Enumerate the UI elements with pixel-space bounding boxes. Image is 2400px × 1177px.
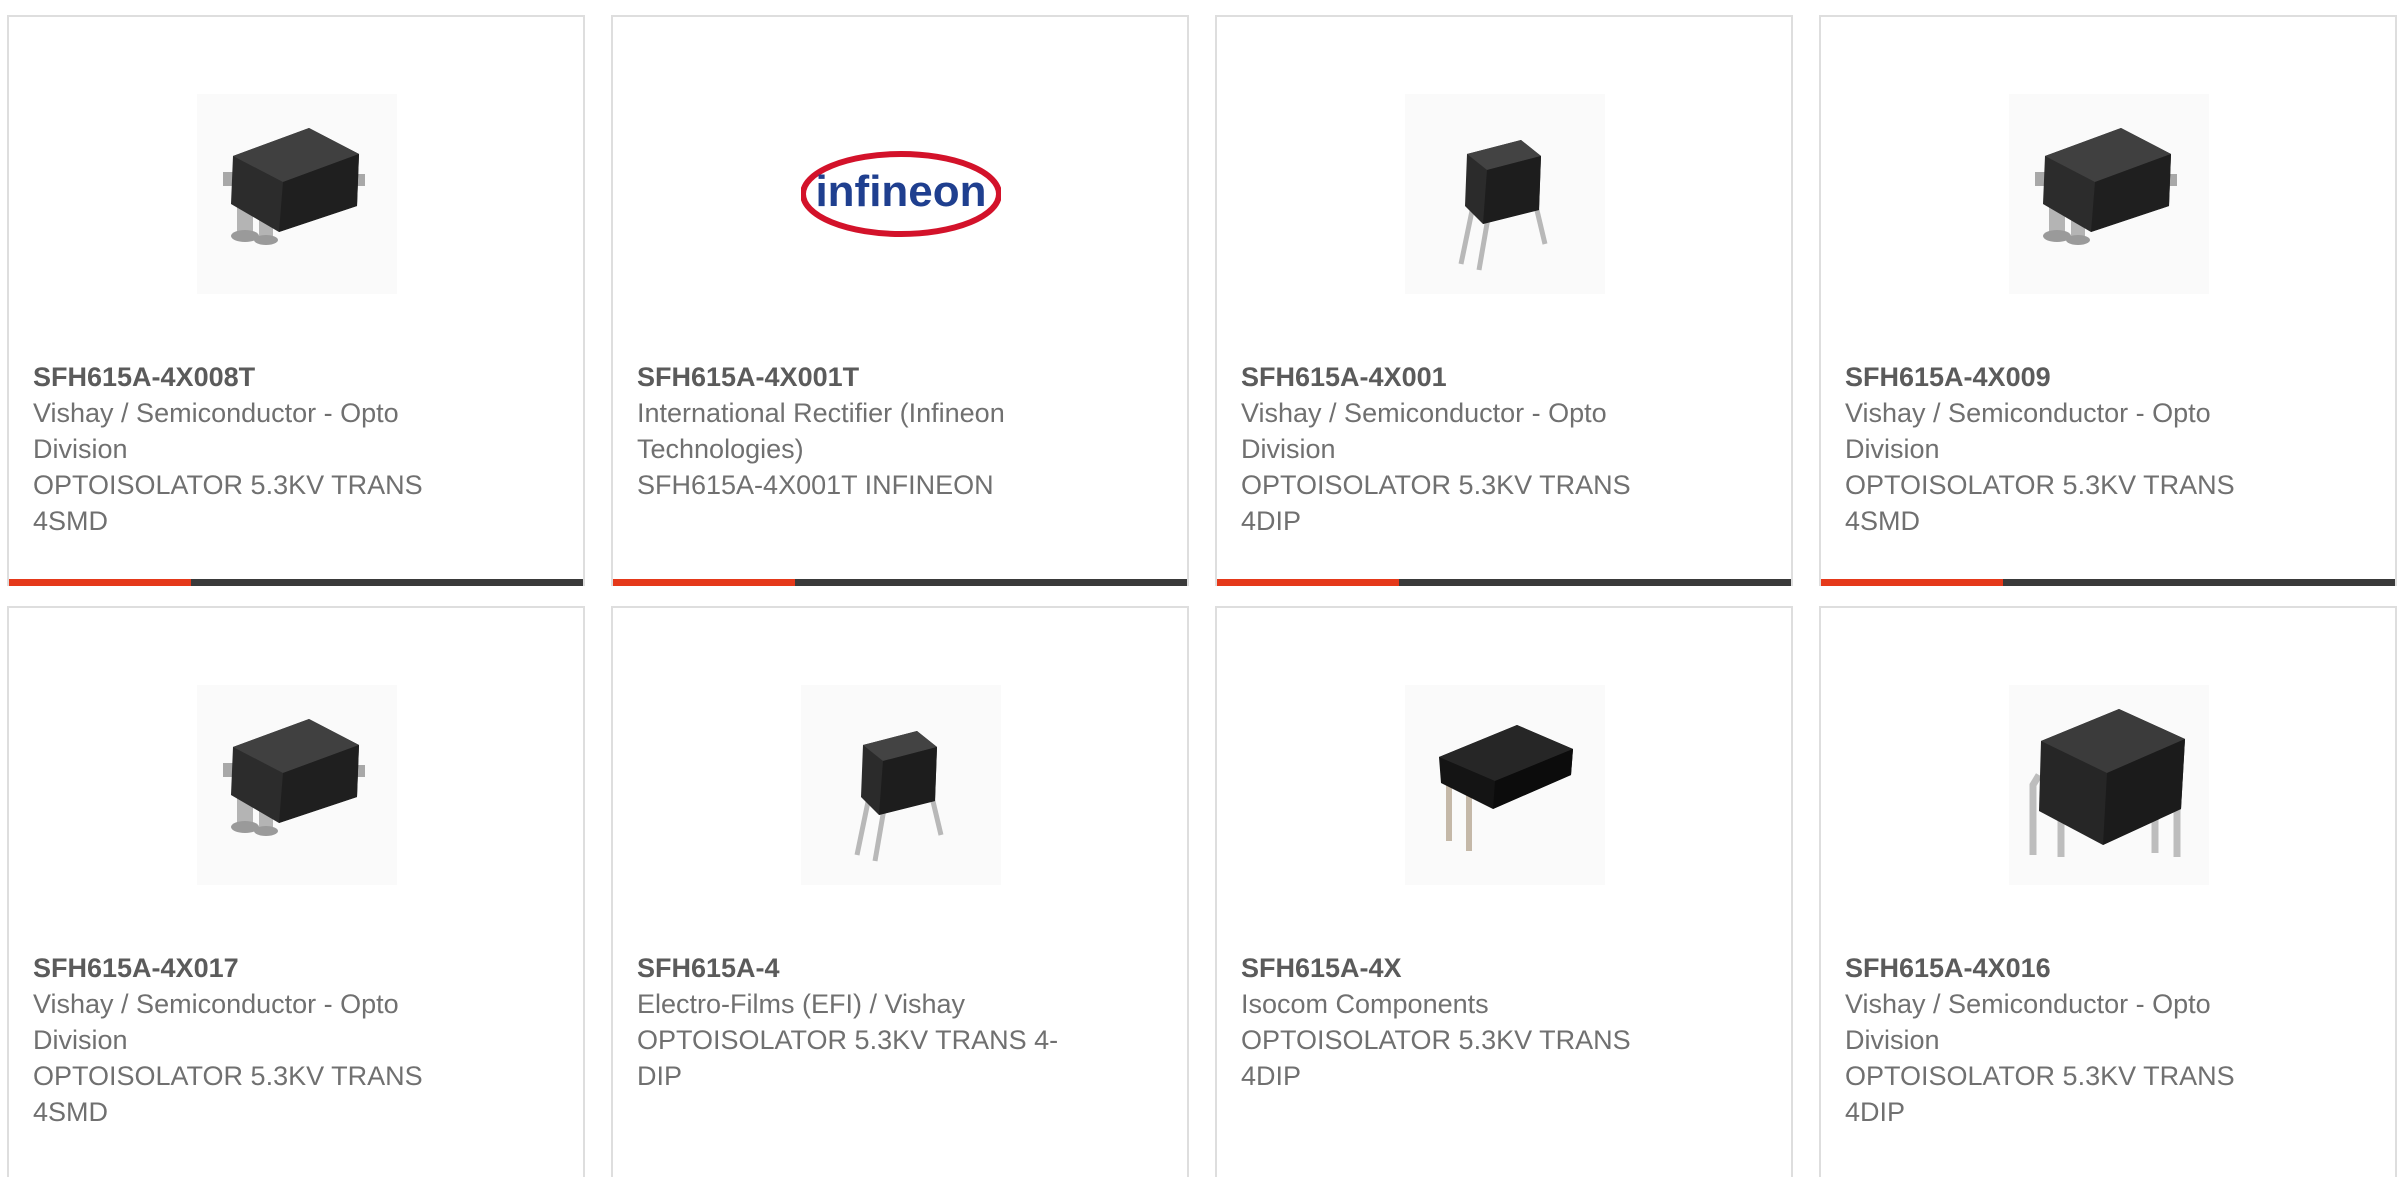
product-card[interactable]: SFH615A-4 Electro-Films (EFI) / Vishay O… bbox=[611, 606, 1189, 1177]
dip-package-image[interactable] bbox=[1405, 94, 1605, 294]
smd-package-image[interactable] bbox=[197, 94, 397, 294]
accent-bar bbox=[1821, 579, 2003, 586]
manufacturer-name: Vishay / Semiconductor - Opto Division bbox=[33, 989, 399, 1055]
product-card[interactable]: SFH615A-4X009 Vishay / Semiconductor - O… bbox=[1819, 15, 2397, 586]
product-description: OPTOISOLATOR 5.3KV TRANS 4SMD bbox=[33, 1061, 423, 1127]
manufacturer-name: Vishay / Semiconductor - Opto Division bbox=[1241, 398, 1607, 464]
product-card[interactable]: SFH615A-4X008T Vishay / Semiconductor - … bbox=[7, 15, 585, 586]
product-card[interactable]: infineon SFH615A-4X001T International Re… bbox=[611, 15, 1189, 586]
card-bottom-bar bbox=[1217, 579, 1791, 586]
product-description: SFH615A-4X001T INFINEON bbox=[637, 470, 994, 500]
product-description: OPTOISOLATOR 5.3KV TRANS 4SMD bbox=[1845, 470, 2235, 536]
product-description: OPTOISOLATOR 5.3KV TRANS 4-DIP bbox=[637, 1025, 1059, 1091]
manufacturer-name: Vishay / Semiconductor - Opto Division bbox=[33, 398, 399, 464]
accent-bar bbox=[9, 579, 191, 586]
dip-package-large-image[interactable] bbox=[2009, 685, 2209, 885]
product-description: OPTOISOLATOR 5.3KV TRANS 4DIP bbox=[1845, 1061, 2235, 1127]
part-number-link[interactable]: SFH615A-4 bbox=[637, 950, 1077, 986]
smd-package-image[interactable] bbox=[197, 685, 397, 885]
accent-bar bbox=[1217, 579, 1399, 586]
product-description: OPTOISOLATOR 5.3KV TRANS 4DIP bbox=[1241, 470, 1631, 536]
product-card[interactable]: SFH615A-4X016 Vishay / Semiconductor - O… bbox=[1819, 606, 2397, 1177]
part-number-link[interactable]: SFH615A-4X016 bbox=[1845, 950, 2285, 986]
product-grid: SFH615A-4X008T Vishay / Semiconductor - … bbox=[7, 15, 2397, 1177]
card-bottom-bar bbox=[9, 579, 583, 586]
part-number-link[interactable]: SFH615A-4X008T bbox=[33, 359, 473, 395]
part-number-link[interactable]: SFH615A-4X017 bbox=[33, 950, 473, 986]
card-bottom-bar bbox=[613, 579, 1187, 586]
manufacturer-name: Isocom Components bbox=[1241, 989, 1489, 1019]
manufacturer-name: Vishay / Semiconductor - Opto Division bbox=[1845, 398, 2211, 464]
smd-package-image[interactable] bbox=[2009, 94, 2209, 294]
card-bottom-bar bbox=[1821, 579, 2395, 586]
part-number-link[interactable]: SFH615A-4X009 bbox=[1845, 359, 2285, 395]
infineon-logo-text: infineon bbox=[815, 167, 986, 216]
part-number-link[interactable]: SFH615A-4X001T bbox=[637, 359, 1077, 395]
manufacturer-name: Vishay / Semiconductor - Opto Division bbox=[1845, 989, 2211, 1055]
accent-bar bbox=[613, 579, 795, 586]
dip-package-image[interactable] bbox=[801, 685, 1001, 885]
part-number-link[interactable]: SFH615A-4X001 bbox=[1241, 359, 1681, 395]
product-description: OPTOISOLATOR 5.3KV TRANS 4SMD bbox=[33, 470, 423, 536]
infineon-logo[interactable]: infineon bbox=[801, 94, 1001, 294]
dip-package-black-image[interactable] bbox=[1405, 685, 1605, 885]
product-card[interactable]: SFH615A-4X017 Vishay / Semiconductor - O… bbox=[7, 606, 585, 1177]
part-number-link[interactable]: SFH615A-4X bbox=[1241, 950, 1681, 986]
manufacturer-name: Electro-Films (EFI) / Vishay bbox=[637, 989, 966, 1019]
product-card[interactable]: SFH615A-4X Isocom Components OPTOISOLATO… bbox=[1215, 606, 1793, 1177]
product-card[interactable]: SFH615A-4X001 Vishay / Semiconductor - O… bbox=[1215, 15, 1793, 586]
product-description: OPTOISOLATOR 5.3KV TRANS 4DIP bbox=[1241, 1025, 1631, 1091]
manufacturer-name: International Rectifier (Infineon Techno… bbox=[637, 398, 1005, 464]
